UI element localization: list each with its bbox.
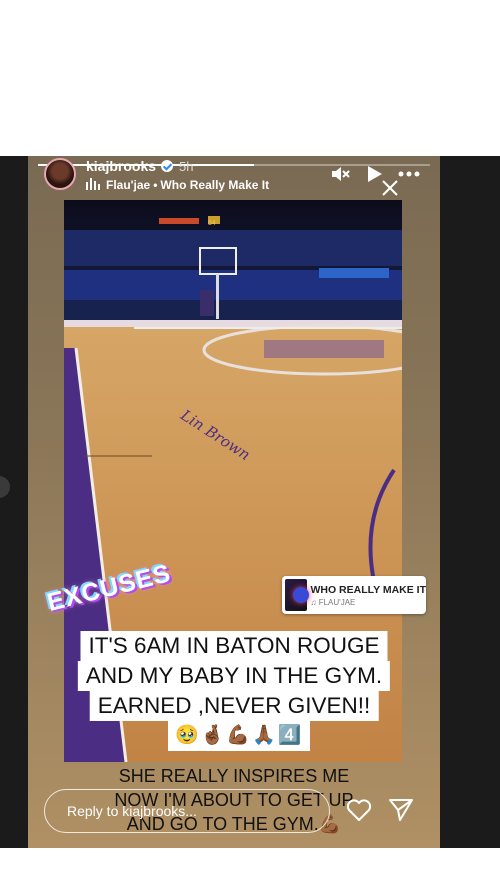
- music-separator: •: [153, 178, 158, 192]
- heart-icon[interactable]: [346, 798, 372, 821]
- music-sticker-text: WHO REALLY MAKE IT ♫ FLAU'JAE: [310, 584, 426, 607]
- caption-line-2: AND MY BABY IN THE GYM.: [77, 661, 391, 691]
- verified-badge-icon: [161, 160, 174, 172]
- scoreboard-value: 84: [208, 220, 216, 227]
- music-title: Who Really Make It: [160, 178, 270, 192]
- album-art: [285, 579, 310, 611]
- caption-emojis: 🥹🤞🏾💪🏾🙏🏾4️⃣: [168, 721, 311, 751]
- music-bars-icon: [86, 178, 100, 190]
- bottom-caption-line-1: SHE REALLY INSPIRES ME: [118, 766, 350, 786]
- music-artist: Flau'jae: [106, 178, 151, 192]
- music-sticker-artist-name: FLAU'JAE: [318, 597, 356, 607]
- music-sticker-card[interactable]: WHO REALLY MAKE IT ♫ FLAU'JAE: [282, 576, 426, 614]
- username[interactable]: kiajbrooks: [86, 158, 156, 174]
- caption-line-3: EARNED ,NEVER GIVEN!!: [89, 691, 379, 721]
- close-icon[interactable]: [380, 178, 400, 198]
- story-music-info[interactable]: Flau'jae • Who Really Make It: [86, 178, 269, 192]
- caption-line-1: IT'S 6AM IN BATON ROUGE: [80, 631, 388, 661]
- story-header: kiajbrooks 5h: [86, 158, 194, 174]
- more-options-icon[interactable]: [398, 164, 420, 184]
- send-icon[interactable]: [388, 798, 413, 821]
- reply-input[interactable]: Reply to kiajbrooks...: [44, 789, 330, 833]
- story-controls: [330, 164, 420, 184]
- story-time: 5h: [179, 159, 194, 174]
- story-card: Lin Brown 84 kiajbrooks 5h Flau'jae • Who R…: [28, 156, 440, 848]
- avatar[interactable]: [44, 158, 76, 190]
- music-sticker-title: WHO REALLY MAKE IT: [310, 583, 426, 596]
- music-sticker-artist: ♫ FLAU'JAE: [310, 597, 356, 607]
- mute-icon[interactable]: [330, 164, 350, 184]
